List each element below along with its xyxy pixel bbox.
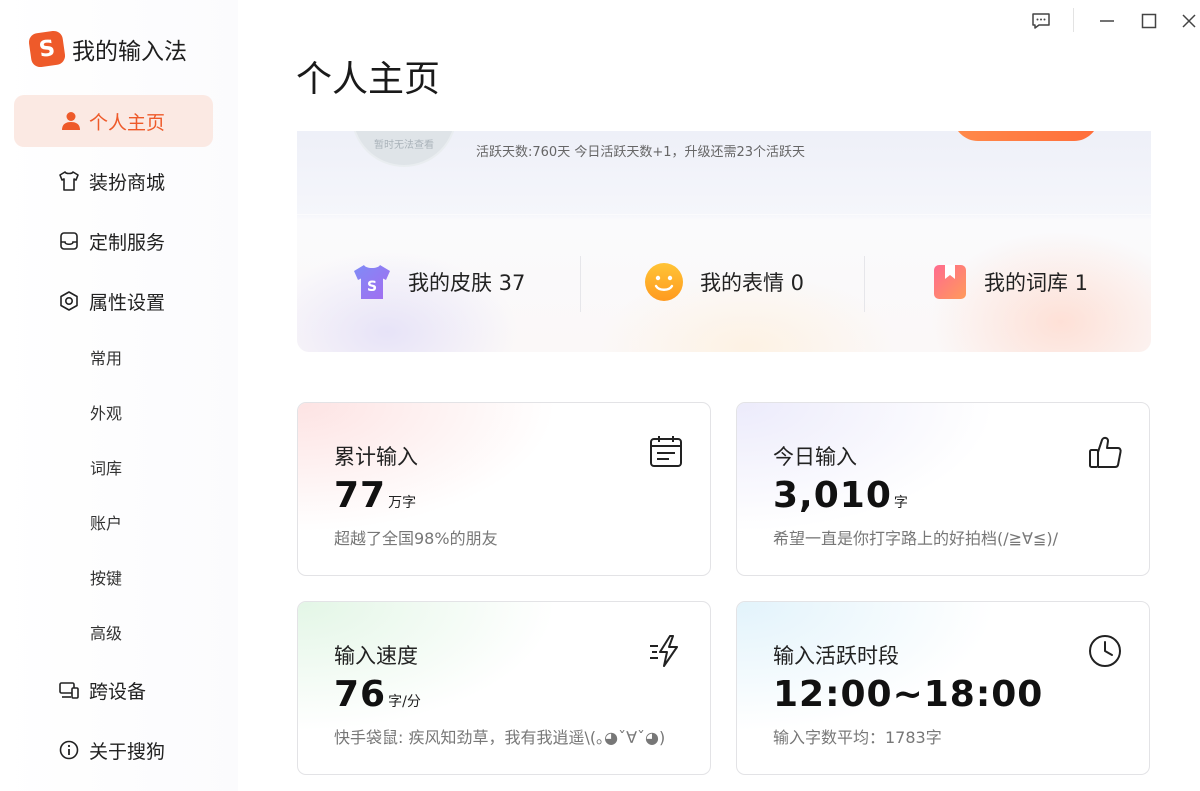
- card-value-unit: 万字: [388, 495, 417, 511]
- avatar-placeholder-text: 暂时无法查看: [374, 140, 434, 151]
- hexagon-gear-icon: [60, 291, 78, 311]
- sidebar-item-settings[interactable]: 属性设置: [14, 275, 213, 327]
- sidebar-item-profile[interactable]: 个人主页: [14, 95, 213, 147]
- page-title: 个人主页: [296, 59, 441, 100]
- stat-label: 我的皮肤 37: [408, 271, 526, 295]
- card-active-period: 输入活跃时段 12:00~18:00 输入字数平均：1783字: [736, 601, 1150, 775]
- card-value: 76 字/分: [334, 674, 421, 715]
- card-value-unit: 字/分: [388, 694, 421, 710]
- svg-text:S: S: [367, 279, 377, 295]
- card-input-speed: 输入速度 76 字/分 快手袋鼠: 疾风知劲草，我有我逍遥\(｡◕ˇ∀ˇ◕): [297, 601, 711, 775]
- clock-icon: [1089, 635, 1121, 667]
- sidebar-sub-item-appearance[interactable]: 外观: [90, 400, 122, 424]
- sidebar-item-about[interactable]: 关于搜狗: [14, 724, 213, 776]
- app-name: 我的输入法: [72, 39, 187, 65]
- sidebar-item-label: 个人主页: [89, 111, 166, 134]
- card-value-number: 77: [334, 475, 387, 516]
- profile-card: 暂时无法查看 活跃天数:760天 今日活跃天数+1，升级还需23个活跃天 S 我…: [297, 131, 1151, 352]
- tshirt-icon: [59, 171, 79, 191]
- sidebar: S 我的输入法 个人主页 装扮商城 定制服务 属性设置 常用 外观 词库 账户 …: [0, 0, 238, 791]
- sidebar-item-label: 跨设备: [89, 680, 147, 703]
- stat-label: 我的词库 1: [984, 271, 1089, 295]
- card-value: 12:00~18:00: [773, 674, 1045, 715]
- card-title: 累计输入: [334, 445, 418, 469]
- card-value-number: 76: [334, 674, 387, 715]
- active-days-text: 活跃天数:760天 今日活跃天数+1，升级还需23个活跃天: [476, 145, 806, 160]
- card-value-unit: 字: [893, 495, 908, 511]
- sidebar-item-label: 属性设置: [89, 291, 166, 314]
- close-icon: [1182, 14, 1196, 28]
- info-icon: [59, 740, 79, 760]
- skin-icon: S: [354, 265, 390, 299]
- sidebar-sub-item-general[interactable]: 常用: [90, 345, 122, 369]
- card-description: 输入字数平均：1783字: [773, 728, 942, 747]
- smiley-icon: [645, 263, 683, 301]
- sidebar-item-label: 关于搜狗: [89, 740, 166, 763]
- sidebar-sub-item-advanced[interactable]: 高级: [90, 620, 122, 644]
- sidebar-item-shop[interactable]: 装扮商城: [14, 155, 213, 207]
- brand: S 我的输入法: [27, 29, 187, 69]
- sidebar-item-cross-device[interactable]: 跨设备: [14, 664, 213, 716]
- feedback-icon: [1032, 13, 1050, 29]
- minimize-icon: [1100, 20, 1114, 22]
- window-control-divider: [1073, 8, 1074, 32]
- sidebar-item-label: 装扮商城: [89, 171, 166, 194]
- dictionary-icon: [934, 265, 966, 299]
- maximize-icon: [1141, 13, 1157, 29]
- thumbs-up-icon: [1089, 436, 1122, 468]
- stat-my-skins[interactable]: S 我的皮肤 37: [352, 262, 525, 302]
- maximize-button[interactable]: [1136, 8, 1162, 34]
- sogou-logo-icon: S: [27, 29, 67, 69]
- card-title: 今日输入: [773, 445, 857, 469]
- devices-icon: [59, 682, 79, 699]
- close-button[interactable]: [1176, 8, 1200, 34]
- stat-label: 我的表情 0: [700, 271, 805, 295]
- minimize-button[interactable]: [1094, 8, 1120, 34]
- inbox-icon: [60, 232, 78, 250]
- speed-icon: [650, 635, 678, 667]
- feedback-button[interactable]: [1028, 8, 1054, 34]
- sidebar-sub-item-account[interactable]: 账户: [90, 510, 122, 534]
- stat-divider: [580, 256, 581, 312]
- calendar-icon: [650, 436, 682, 467]
- stat-my-emoticons[interactable]: 我的表情 0: [644, 262, 804, 302]
- level-up-button[interactable]: [953, 131, 1099, 141]
- card-today-input: 今日输入 3,010 字 希望一直是你打字路上的好拍档(/≧∀≦)/: [736, 402, 1150, 576]
- app-window: S 我的输入法 个人主页 装扮商城 定制服务 属性设置 常用 外观 词库 账户 …: [0, 0, 1200, 791]
- card-divider: [297, 214, 1151, 215]
- avatar[interactable]: 暂时无法查看: [351, 131, 457, 167]
- card-title: 输入速度: [334, 644, 418, 668]
- card-value: 3,010 字: [773, 475, 908, 516]
- card-total-input: 累计输入 77 万字 超越了全国98%的朋友: [297, 402, 711, 576]
- sidebar-item-label: 定制服务: [89, 231, 166, 254]
- stat-my-dictionary[interactable]: 我的词库 1: [932, 262, 1088, 302]
- stat-divider: [864, 256, 865, 312]
- sidebar-sub-item-keys[interactable]: 按键: [90, 565, 122, 589]
- card-description: 快手袋鼠: 疾风知劲草，我有我逍遥\(｡◕ˇ∀ˇ◕): [334, 728, 666, 747]
- sidebar-item-custom[interactable]: 定制服务: [14, 215, 213, 267]
- card-value-number: 3,010: [773, 475, 892, 516]
- card-value-number: 12:00~18:00: [773, 674, 1044, 715]
- sidebar-sub-item-dictionary[interactable]: 词库: [90, 455, 122, 479]
- card-description: 希望一直是你打字路上的好拍档(/≧∀≦)/: [773, 529, 1059, 548]
- card-description: 超越了全国98%的朋友: [334, 529, 498, 548]
- user-icon: [62, 112, 80, 130]
- card-value: 77 万字: [334, 475, 416, 516]
- card-title: 输入活跃时段: [773, 644, 899, 668]
